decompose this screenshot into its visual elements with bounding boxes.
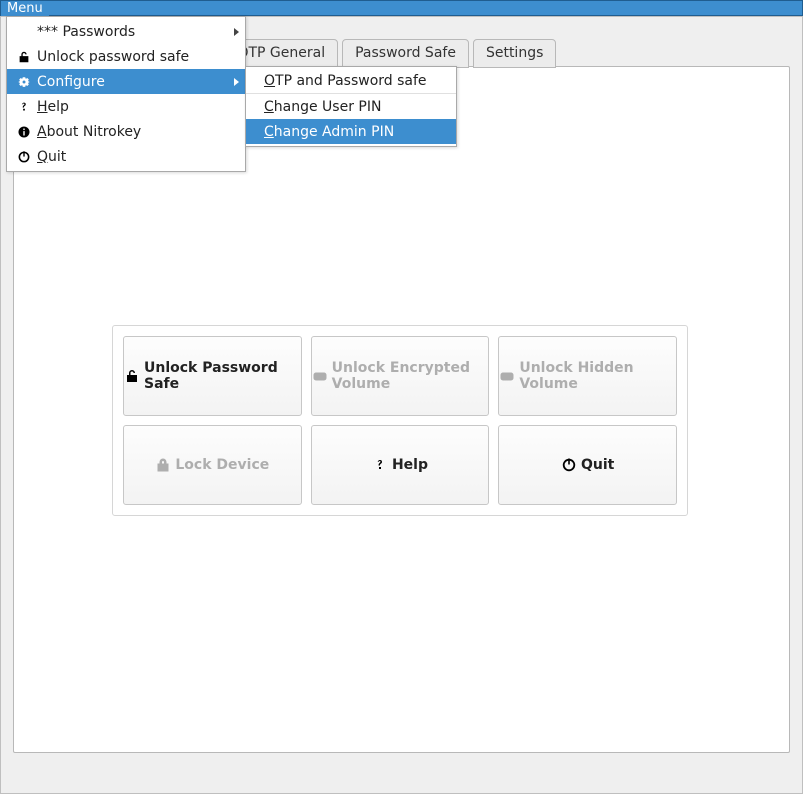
menu-label: Quit [37, 149, 227, 165]
unlock-password-safe-button[interactable]: Unlock Password Safe [123, 336, 302, 416]
button-label: Unlock Password Safe [144, 360, 301, 392]
button-label: Unlock Encrypted Volume [332, 360, 489, 392]
menu-label: Unlock password safe [37, 49, 227, 65]
button-label: Quit [581, 457, 614, 473]
submenu-change-user-pin[interactable]: Change User PIN [246, 94, 456, 119]
lock-icon [155, 457, 171, 473]
menu-quit[interactable]: Quit [7, 144, 245, 169]
menu-label: *** Passwords [37, 24, 227, 40]
menu-label: Help [37, 99, 227, 115]
button-label: Help [392, 457, 428, 473]
window-titlebar: Menu [0, 0, 803, 16]
chevron-right-icon [234, 78, 239, 86]
main-menu: *** Passwords Unlock password safe Confi… [6, 16, 246, 172]
tab-settings[interactable]: Settings [473, 39, 556, 68]
menu-label: About Nitrokey [37, 124, 227, 140]
menu-about[interactable]: About Nitrokey [7, 119, 245, 144]
power-icon [561, 457, 577, 473]
question-icon [372, 457, 388, 473]
lock-device-button: Lock Device [123, 425, 302, 505]
drive-icon [499, 368, 515, 384]
unlock-icon [15, 50, 33, 64]
unlock-hidden-volume-button: Unlock Hidden Volume [498, 336, 677, 416]
tab-password-safe[interactable]: Password Safe [342, 39, 469, 68]
help-button[interactable]: Help [311, 425, 490, 505]
menu-help[interactable]: Help [7, 94, 245, 119]
configure-submenu: OTP and Password safe Change User PIN Ch… [245, 66, 457, 147]
submenu-label: Change Admin PIN [264, 124, 394, 140]
overview-button-grid: Unlock Password Safe Unlock Encrypted Vo… [112, 325, 688, 516]
menu-label: Configure [37, 74, 227, 90]
chevron-right-icon [234, 28, 239, 36]
submenu-change-admin-pin[interactable]: Change Admin PIN [246, 119, 456, 144]
quit-button[interactable]: Quit [498, 425, 677, 505]
button-label: Unlock Hidden Volume [519, 360, 676, 392]
submenu-otp-password-safe[interactable]: OTP and Password safe [246, 69, 456, 94]
menu-configure[interactable]: Configure [7, 69, 245, 94]
submenu-label: OTP and Password safe [264, 73, 427, 89]
menu-passwords[interactable]: *** Passwords [7, 19, 245, 44]
power-icon [15, 150, 33, 164]
info-icon [15, 125, 33, 139]
unlock-encrypted-volume-button: Unlock Encrypted Volume [311, 336, 490, 416]
button-label: Lock Device [175, 457, 269, 473]
gear-icon [15, 75, 33, 89]
submenu-label: Change User PIN [264, 99, 381, 115]
question-icon [15, 100, 33, 114]
menu-unlock-password-safe[interactable]: Unlock password safe [7, 44, 245, 69]
unlock-icon [124, 368, 140, 384]
drive-icon [312, 368, 328, 384]
menu-button[interactable]: Menu [1, 2, 49, 16]
